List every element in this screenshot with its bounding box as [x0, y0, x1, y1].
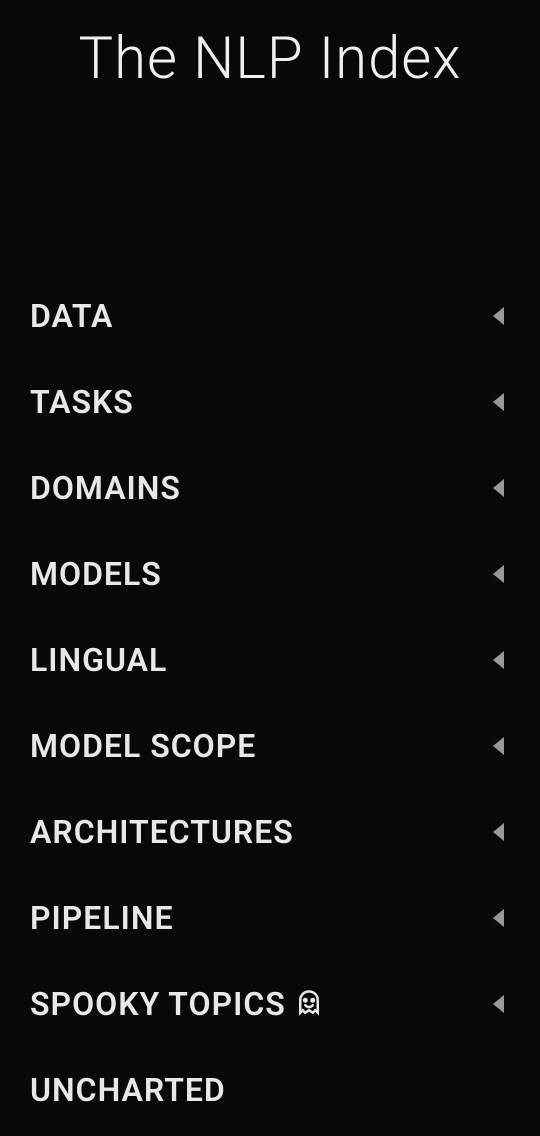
triangle-left-icon [493, 307, 504, 325]
nav-list: DATA TASKS DOMAINS MODELS LINGUAL MODEL SCOPE… [0, 273, 540, 1133]
triangle-left-icon [493, 651, 504, 669]
nav-item-spooky-topics[interactable]: SPOOKY TOPICS [30, 961, 510, 1047]
nav-item-label: MODEL SCOPE [30, 727, 256, 765]
ghost-icon [294, 989, 324, 1019]
nav-item-uncharted[interactable]: UNCHARTED [30, 1047, 510, 1133]
triangle-left-icon [493, 393, 504, 411]
page-title: The NLP Index [0, 25, 540, 93]
triangle-left-icon [493, 823, 504, 841]
nav-item-model-scope[interactable]: MODEL SCOPE [30, 703, 510, 789]
nav-item-domains[interactable]: DOMAINS [30, 445, 510, 531]
nav-item-label: PIPELINE [30, 899, 174, 937]
nav-item-label: LINGUAL [30, 641, 167, 679]
nav-item-models[interactable]: MODELS [30, 531, 510, 617]
nav-item-lingual[interactable]: LINGUAL [30, 617, 510, 703]
nav-item-data[interactable]: DATA [30, 273, 510, 359]
triangle-left-icon [493, 909, 504, 927]
nav-item-label: ARCHITECTURES [30, 813, 294, 851]
triangle-left-icon [493, 995, 504, 1013]
triangle-left-icon [493, 479, 504, 497]
triangle-left-icon [493, 737, 504, 755]
nav-item-label: DOMAINS [30, 469, 181, 507]
nav-item-label: TASKS [30, 383, 134, 421]
nav-item-label: UNCHARTED [30, 1071, 226, 1109]
nav-item-label: SPOOKY TOPICS [30, 985, 324, 1023]
header: The NLP Index [0, 0, 540, 93]
triangle-left-icon [493, 565, 504, 583]
nav-item-architectures[interactable]: ARCHITECTURES [30, 789, 510, 875]
nav-item-label: DATA [30, 297, 113, 335]
nav-item-pipeline[interactable]: PIPELINE [30, 875, 510, 961]
nav-item-label: MODELS [30, 555, 162, 593]
nav-item-tasks[interactable]: TASKS [30, 359, 510, 445]
